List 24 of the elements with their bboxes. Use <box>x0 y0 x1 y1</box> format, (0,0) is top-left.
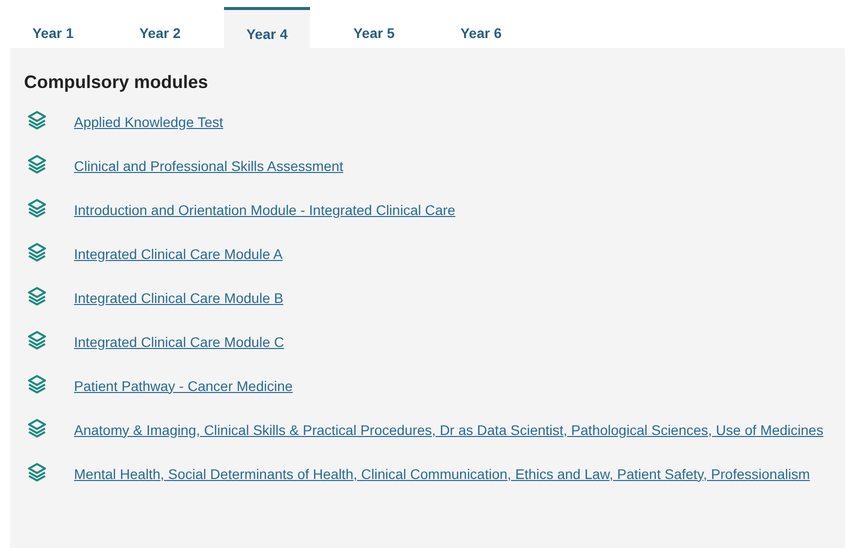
layers-icon <box>27 462 47 482</box>
layers-icon <box>27 286 47 306</box>
year-tab[interactable]: Year 6 <box>438 7 524 48</box>
layers-icon <box>27 330 47 350</box>
module-link[interactable]: Integrated Clinical Care Module C <box>74 334 284 350</box>
module-link[interactable]: Integrated Clinical Care Module A <box>74 246 283 262</box>
section-heading: Compulsory modules <box>24 72 210 94</box>
module-link[interactable]: Patient Pathway - Cancer Medicine <box>74 378 293 394</box>
module-link[interactable]: Introduction and Orientation Module - Integrated Clinical Care <box>74 202 456 218</box>
year-tab[interactable]: Year 4 <box>224 7 310 48</box>
layers-icon <box>27 198 47 218</box>
layers-icon <box>27 242 47 262</box>
module-link[interactable]: Applied Knowledge Test <box>74 114 224 130</box>
layers-icon <box>27 110 47 130</box>
module-link[interactable]: Anatomy & Imaging, Clinical Skills & Practical Procedures, Dr as Data Scientist, Pathological Sciences, Use of Medicines <box>74 422 824 438</box>
module-link[interactable]: Integrated Clinical Care Module B <box>74 290 284 306</box>
layers-icon <box>27 374 47 394</box>
module-link[interactable]: Clinical and Professional Skills Assessment <box>74 158 344 174</box>
year-tab[interactable]: Year 2 <box>117 7 203 48</box>
layers-icon <box>27 418 47 438</box>
layers-icon <box>27 154 47 174</box>
year-tab[interactable]: Year 5 <box>331 7 417 48</box>
year-tab[interactable]: Year 1 <box>10 7 96 48</box>
module-link[interactable]: Mental Health, Social Determinants of Health, Clinical Communication, Ethics and Law, Patient Safety, Professionalism <box>74 466 810 482</box>
